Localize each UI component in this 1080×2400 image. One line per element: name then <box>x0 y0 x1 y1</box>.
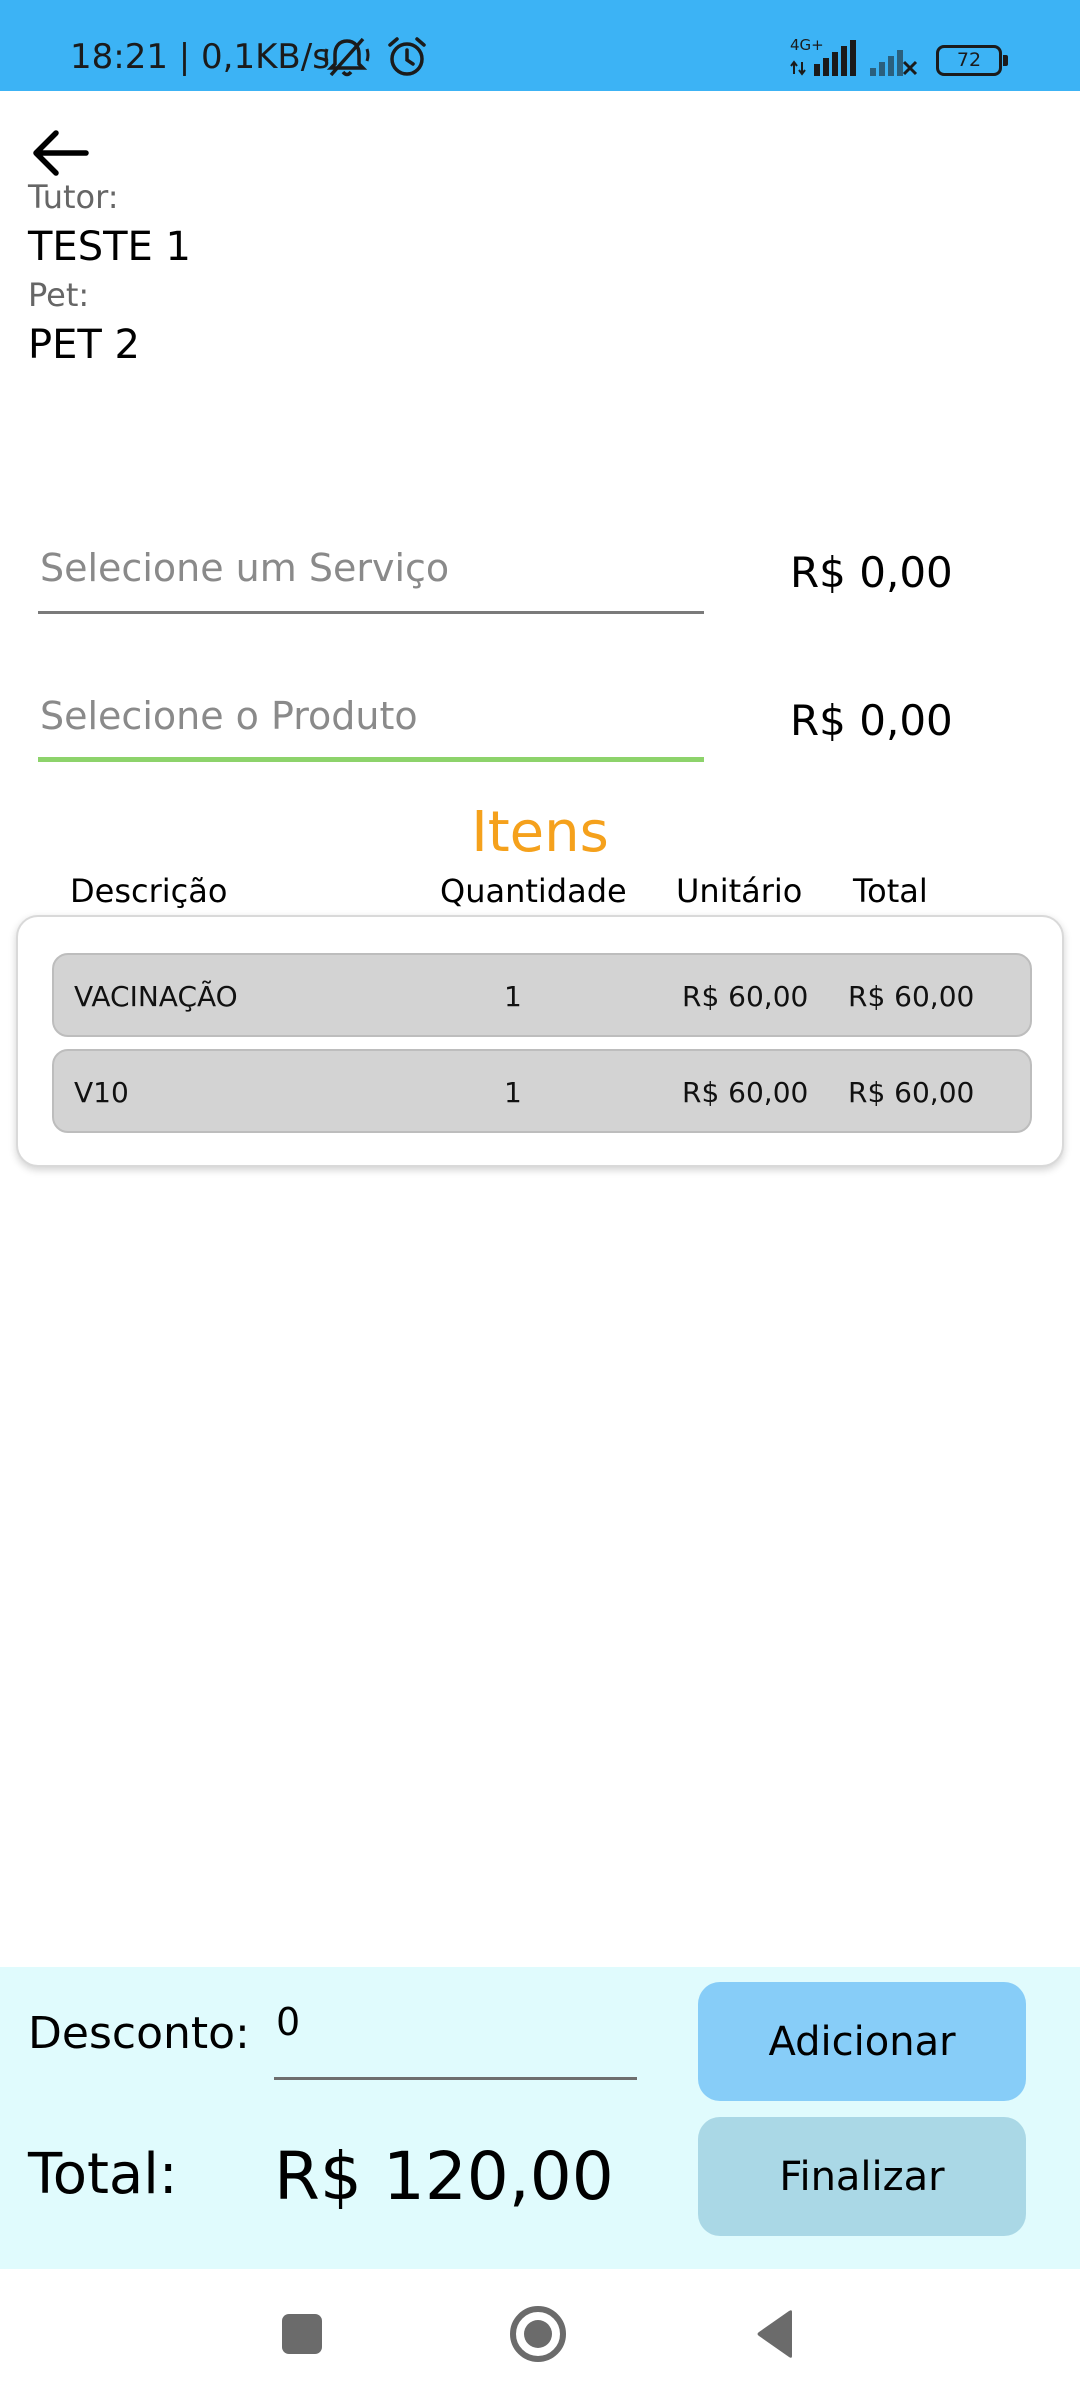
discount-label: Desconto: <box>28 2008 250 2059</box>
item-total: R$ 60,00 <box>848 1076 975 1109</box>
back-triangle-icon[interactable] <box>754 2308 796 2360</box>
bell-muted-icon <box>324 37 370 77</box>
battery-icon: 72 <box>936 45 1008 76</box>
recent-apps-icon[interactable] <box>282 2314 322 2354</box>
item-description: V10 <box>74 1076 129 1109</box>
pet-label: Pet: <box>28 276 90 314</box>
status-bar: 18:21 | 0,1KB/s 4G+ 72 <box>0 0 1080 91</box>
item-quantity: 1 <box>504 1076 522 1109</box>
product-price: R$ 0,00 <box>790 696 953 745</box>
signal-no-service-icon <box>870 50 918 76</box>
item-row[interactable]: VACINAÇÃO 1 R$ 60,00 R$ 60,00 <box>52 953 1032 1037</box>
tutor-value: TESTE 1 <box>28 224 191 270</box>
total-label: Total: <box>28 2142 178 2207</box>
status-time: 18:21 | 0,1KB/s <box>70 37 330 77</box>
column-header-total: Total <box>853 872 928 910</box>
item-unit-price: R$ 60,00 <box>682 1076 809 1109</box>
column-header-description: Descrição <box>70 872 228 910</box>
back-arrow-icon[interactable] <box>28 125 92 181</box>
service-select[interactable]: Selecione um Serviço <box>38 540 704 614</box>
alarm-icon <box>388 37 426 76</box>
item-unit-price: R$ 60,00 <box>682 980 809 1013</box>
pet-value: PET 2 <box>28 322 140 368</box>
column-header-unit: Unitário <box>676 872 803 910</box>
items-list: VACINAÇÃO 1 R$ 60,00 R$ 60,00 V10 1 R$ 6… <box>16 915 1064 1167</box>
add-button[interactable]: Adicionar <box>698 1982 1026 2101</box>
items-title: Itens <box>471 800 609 865</box>
product-select[interactable]: Selecione o Produto <box>38 688 704 762</box>
column-header-quantity: Quantidade <box>440 872 627 910</box>
item-row[interactable]: V10 1 R$ 60,00 R$ 60,00 <box>52 1049 1032 1133</box>
home-icon[interactable] <box>510 2306 566 2362</box>
finish-button[interactable]: Finalizar <box>698 2117 1026 2236</box>
tutor-label: Tutor: <box>28 178 119 216</box>
item-quantity: 1 <box>504 980 522 1013</box>
service-price: R$ 0,00 <box>790 548 953 597</box>
network-type-label: 4G+ <box>790 36 824 54</box>
item-total: R$ 60,00 <box>848 980 975 1013</box>
discount-input[interactable]: 0 <box>274 2000 637 2080</box>
total-value: R$ 120,00 <box>274 2138 614 2215</box>
item-description: VACINAÇÃO <box>74 980 238 1013</box>
signal-4g-icon: 4G+ <box>790 36 856 76</box>
